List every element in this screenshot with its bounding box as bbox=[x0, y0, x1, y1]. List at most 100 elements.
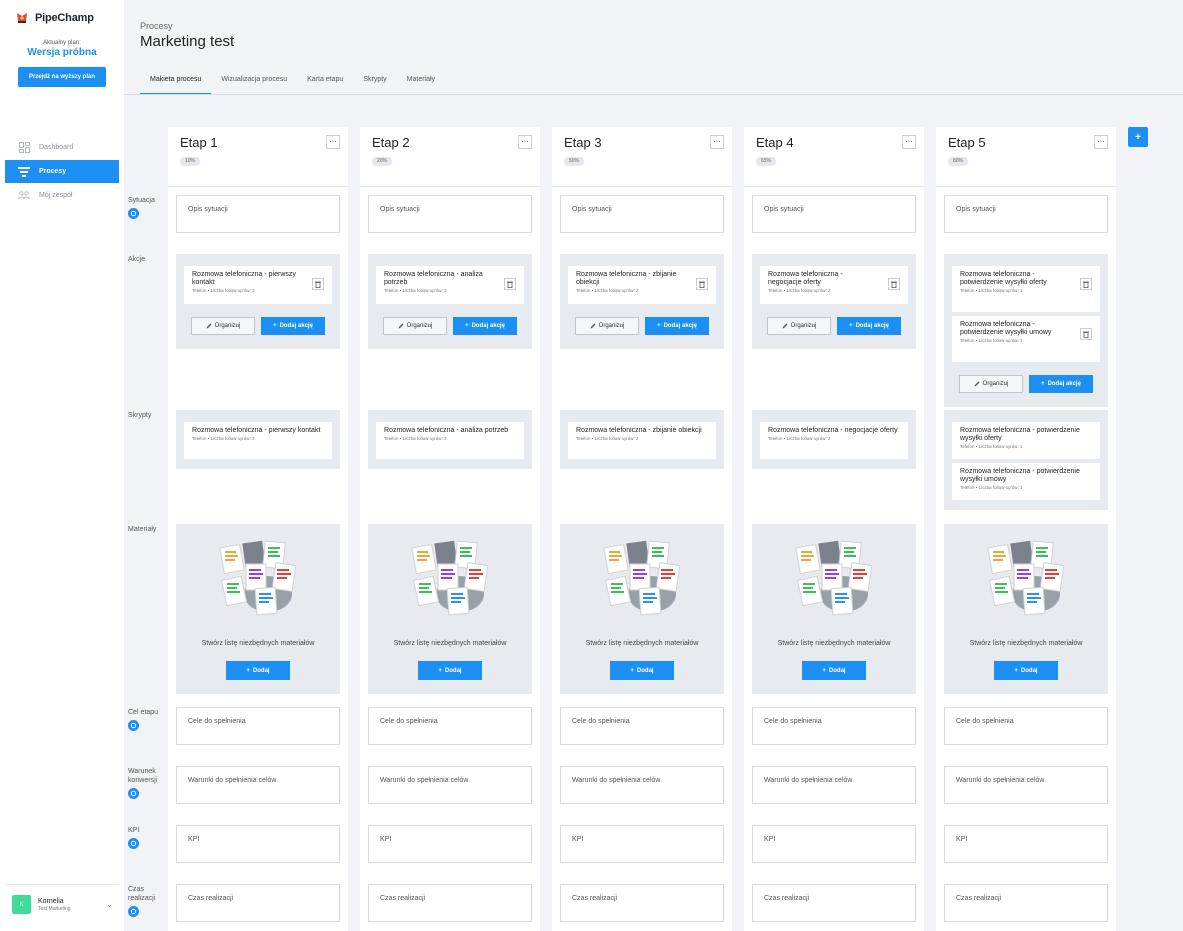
nav-item-procesy[interactable]: Procesy bbox=[5, 160, 119, 183]
stage-menu-button[interactable]: ··· bbox=[710, 135, 724, 149]
situation-field[interactable]: Opis sytuacji bbox=[944, 195, 1108, 233]
script-card[interactable]: Rozmowa telefoniczna - negocjacje oferty… bbox=[760, 422, 908, 459]
kpi-field[interactable]: KPI bbox=[560, 825, 724, 863]
tab-makieta[interactable]: Makieta procesu bbox=[140, 71, 212, 95]
trash-icon[interactable] bbox=[1080, 278, 1092, 290]
organize-button[interactable]: Organizuj bbox=[767, 317, 831, 335]
time-field[interactable]: Czas realizacji bbox=[560, 884, 724, 922]
kpi-field[interactable]: KPI bbox=[944, 825, 1108, 863]
kpi-field[interactable]: KPI bbox=[176, 825, 340, 863]
add-materials-button[interactable]: + Dodaj bbox=[802, 661, 866, 680]
conversion-field[interactable]: Warunki do spełnienia celów bbox=[176, 766, 340, 804]
conversion-field[interactable]: Warunki do spełnienia celów bbox=[752, 766, 916, 804]
tab-wizualizacja[interactable]: Wizualizacja procesu bbox=[211, 71, 297, 95]
organize-label: Organizuj bbox=[790, 323, 817, 329]
trash-icon[interactable] bbox=[888, 278, 900, 290]
stage-menu-button[interactable]: ··· bbox=[518, 135, 532, 149]
materials-panel: Stwórz listę niezbędnych materiałów + Dod… bbox=[560, 524, 724, 694]
action-card[interactable]: Rozmowa telefoniczna - zbijanie obiekcji… bbox=[568, 266, 716, 304]
action-card[interactable]: Rozmowa telefoniczna - negocjacje oferty… bbox=[760, 266, 908, 304]
script-card[interactable]: Rozmowa telefoniczna - pierwszy kontakt … bbox=[184, 422, 332, 459]
stage-menu-button[interactable]: ··· bbox=[326, 135, 340, 149]
situation-field[interactable]: Opis sytuacji bbox=[560, 195, 724, 233]
pencil-icon bbox=[782, 323, 788, 329]
goal-field[interactable]: Cele do spełnienia bbox=[752, 707, 916, 745]
user-menu[interactable]: K Kornelia Test Marketing ⌄ bbox=[5, 884, 119, 924]
organize-button[interactable]: Organizuj bbox=[959, 375, 1023, 393]
add-materials-button[interactable]: + Dodaj bbox=[994, 661, 1058, 680]
info-icon[interactable] bbox=[128, 788, 139, 799]
action-meta: Telefon • Liczba follow-up'ów: 2 bbox=[576, 288, 639, 293]
action-card[interactable]: Rozmowa telefoniczna - potwierdzenie wys… bbox=[952, 316, 1100, 362]
time-field[interactable]: Czas realizacji bbox=[752, 884, 916, 922]
goal-field[interactable]: Cele do spełnienia bbox=[176, 707, 340, 745]
info-icon[interactable] bbox=[128, 906, 139, 917]
tab-karta-etapu[interactable]: Karta etapu bbox=[297, 71, 353, 95]
add-materials-button[interactable]: + Dodaj bbox=[610, 661, 674, 680]
situation-field[interactable]: Opis sytuacji bbox=[368, 195, 532, 233]
stage-title[interactable]: Etap 4 bbox=[756, 135, 794, 150]
time-field[interactable]: Czas realizacji bbox=[944, 884, 1108, 922]
script-card[interactable]: Rozmowa telefoniczna - potwierdzenie wys… bbox=[952, 422, 1100, 459]
situation-field[interactable]: Opis sytuacji bbox=[176, 195, 340, 233]
script-card[interactable]: Rozmowa telefoniczna - potwierdzenie wys… bbox=[952, 463, 1100, 500]
script-card[interactable]: Rozmowa telefoniczna - zbijanie obiekcji… bbox=[568, 422, 716, 459]
add-action-button[interactable]: + Dodaj akcję bbox=[837, 317, 901, 335]
funnel-icon bbox=[18, 166, 30, 178]
stage-title[interactable]: Etap 1 bbox=[180, 135, 218, 150]
info-icon[interactable] bbox=[128, 838, 139, 849]
situation-field[interactable]: Opis sytuacji bbox=[752, 195, 916, 233]
tab-materialy[interactable]: Materiały bbox=[397, 71, 445, 95]
conversion-field[interactable]: Warunki do spełnienia celów bbox=[944, 766, 1108, 804]
time-field[interactable]: Czas realizacji bbox=[176, 884, 340, 922]
stage-title[interactable]: Etap 2 bbox=[372, 135, 410, 150]
goal-field[interactable]: Cele do spełnienia bbox=[560, 707, 724, 745]
add-materials-button[interactable]: + Dodaj bbox=[226, 661, 290, 680]
action-card[interactable]: Rozmowa telefoniczna - potwierdzenie wys… bbox=[952, 266, 1100, 312]
actions-panel: Rozmowa telefoniczna - analiza potrzeb T… bbox=[368, 254, 532, 349]
add-action-button[interactable]: + Dodaj akcję bbox=[261, 317, 325, 335]
action-title: Rozmowa telefoniczna - potwierdzenie wys… bbox=[960, 271, 1047, 286]
conversion-field[interactable]: Warunki do spełnienia celów bbox=[368, 766, 532, 804]
row-label-text: Warunek konwersji bbox=[128, 768, 158, 784]
add-action-button[interactable]: + Dodaj akcję bbox=[645, 317, 709, 335]
kpi-field[interactable]: KPI bbox=[752, 825, 916, 863]
conversion-field[interactable]: Warunki do spełnienia celów bbox=[560, 766, 724, 804]
stage-column: Etap 3 50% ··· Opis sytuacji Rozmowa tel… bbox=[552, 127, 732, 931]
tab-skrypty[interactable]: Skrypty bbox=[353, 71, 396, 95]
logo[interactable]: PipeChamp bbox=[14, 11, 94, 25]
add-action-button[interactable]: + Dodaj akcję bbox=[453, 317, 517, 335]
organize-button[interactable]: Organizuj bbox=[383, 317, 447, 335]
stage-title[interactable]: Etap 5 bbox=[948, 135, 986, 150]
info-icon[interactable] bbox=[128, 208, 139, 219]
trash-icon[interactable] bbox=[1080, 328, 1092, 340]
action-card[interactable]: Rozmowa telefoniczna - analiza potrzeb T… bbox=[376, 266, 524, 304]
stage-menu-button[interactable]: ··· bbox=[902, 135, 916, 149]
goal-field[interactable]: Cele do spełnienia bbox=[944, 707, 1108, 745]
trash-icon[interactable] bbox=[696, 278, 708, 290]
plus-icon: + bbox=[1041, 381, 1045, 387]
stage-column: Etap 4 65% ··· Opis sytuacji Rozmowa tel… bbox=[744, 127, 924, 931]
nav-item-team[interactable]: Mój zespół bbox=[5, 184, 119, 207]
stage-menu-button[interactable]: ··· bbox=[1094, 135, 1108, 149]
info-icon[interactable] bbox=[128, 720, 139, 731]
action-card[interactable]: Rozmowa telefoniczna - pierwszy kontakt … bbox=[184, 266, 332, 304]
nav-item-dashboard[interactable]: Dashboard bbox=[5, 136, 119, 159]
organize-button[interactable]: Organizuj bbox=[191, 317, 255, 335]
goal-field[interactable]: Cele do spełnienia bbox=[368, 707, 532, 745]
script-card[interactable]: Rozmowa telefoniczna - analiza potrzeb T… bbox=[376, 422, 524, 459]
time-field[interactable]: Czas realizacji bbox=[368, 884, 532, 922]
add-materials-button[interactable]: + Dodaj bbox=[418, 661, 482, 680]
add-action-button[interactable]: + Dodaj akcję bbox=[1029, 375, 1093, 393]
trash-icon[interactable] bbox=[504, 278, 516, 290]
kpi-field[interactable]: KPI bbox=[368, 825, 532, 863]
upgrade-plan-button[interactable]: Przejdź na wyższy plan bbox=[18, 67, 106, 87]
stage-title[interactable]: Etap 3 bbox=[564, 135, 602, 150]
trash-icon[interactable] bbox=[312, 278, 324, 290]
organize-button[interactable]: Organizuj bbox=[575, 317, 639, 335]
user-name: Kornelia bbox=[38, 897, 64, 905]
stage-probability-badge: 50% bbox=[564, 157, 585, 166]
add-stage-button[interactable]: + bbox=[1128, 127, 1148, 147]
chevron-down-icon[interactable]: ⌄ bbox=[106, 900, 113, 909]
breadcrumb[interactable]: Procesy bbox=[140, 21, 173, 31]
